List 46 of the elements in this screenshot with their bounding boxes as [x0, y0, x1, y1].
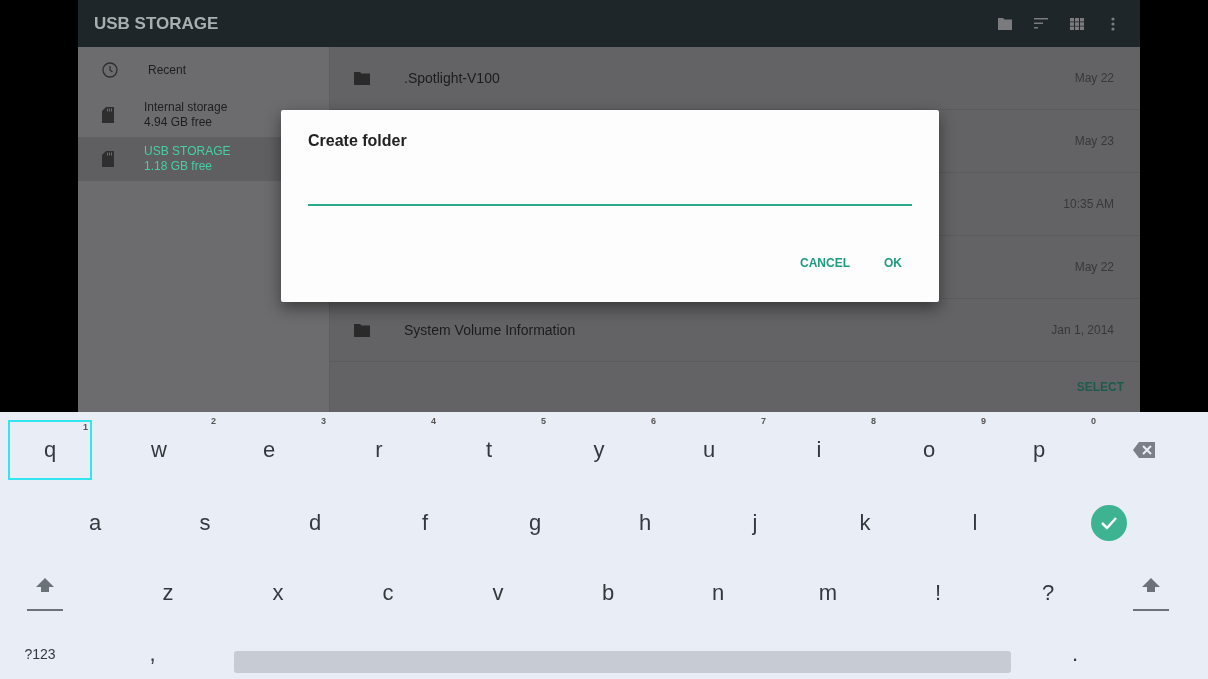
- key-hint: 0: [1091, 416, 1096, 426]
- key-hint: 3: [321, 416, 326, 426]
- key-hint: 4: [431, 416, 436, 426]
- key-hint: 9: [981, 416, 986, 426]
- key-hint: 2: [211, 416, 216, 426]
- keyboard-key[interactable]: x: [223, 563, 333, 623]
- clock-icon: [102, 62, 118, 78]
- free-space-text: 4.94 GB free: [144, 115, 214, 130]
- keyboard-key[interactable]: c: [333, 563, 443, 623]
- keyboard-key[interactable]: .: [1020, 623, 1130, 679]
- keyboard-key[interactable]: v: [443, 563, 553, 623]
- keyboard-key[interactable]: h: [590, 493, 700, 553]
- key-hint: 6: [651, 416, 656, 426]
- sidebar-label: USB STORAGE: [144, 144, 231, 159]
- folder-icon: [354, 71, 370, 85]
- keyboard-key[interactable]: l: [920, 493, 1030, 553]
- keyboard-key[interactable]: k: [810, 493, 920, 553]
- keyboard-key[interactable]: z: [113, 563, 223, 623]
- sidebar-label: Internal storage: [144, 100, 228, 115]
- keyboard-key[interactable]: ?: [993, 563, 1103, 623]
- keyboard-key[interactable]: j: [700, 493, 810, 553]
- keyboard-key[interactable]: s: [150, 493, 260, 553]
- key-hint: 1: [83, 422, 88, 432]
- free-space-text: 1.18 GB free: [144, 159, 214, 174]
- keyboard-key[interactable]: m: [773, 563, 883, 623]
- keyboard-key[interactable]: ,: [80, 623, 225, 679]
- keyboard-key[interactable]: f: [370, 493, 480, 553]
- keyboard-key[interactable]: d: [260, 493, 370, 553]
- key-hint: 8: [871, 416, 876, 426]
- key-hint: 5: [541, 416, 546, 426]
- sidebar-label: Recent: [148, 62, 187, 78]
- sd-card-icon: [102, 151, 114, 167]
- app-bar-title: USB STORAGE: [94, 13, 220, 34]
- keyboard-key[interactable]: n: [663, 563, 773, 623]
- keyboard-key[interactable]: a: [40, 493, 150, 553]
- backspace-icon: [1133, 442, 1155, 458]
- symbols-key[interactable]: ?123: [0, 623, 80, 679]
- keyboard-key[interactable]: !: [883, 563, 993, 623]
- file-name: .Spotlight-V100: [404, 70, 501, 86]
- check-circle-icon: [1091, 505, 1127, 541]
- key-hint: 7: [761, 416, 766, 426]
- sd-card-icon: [102, 107, 114, 123]
- folder-icon: [354, 323, 370, 337]
- keyboard-key[interactable]: g: [480, 493, 590, 553]
- file-name: System Volume Information: [404, 322, 577, 338]
- keyboard-key[interactable]: b: [553, 563, 663, 623]
